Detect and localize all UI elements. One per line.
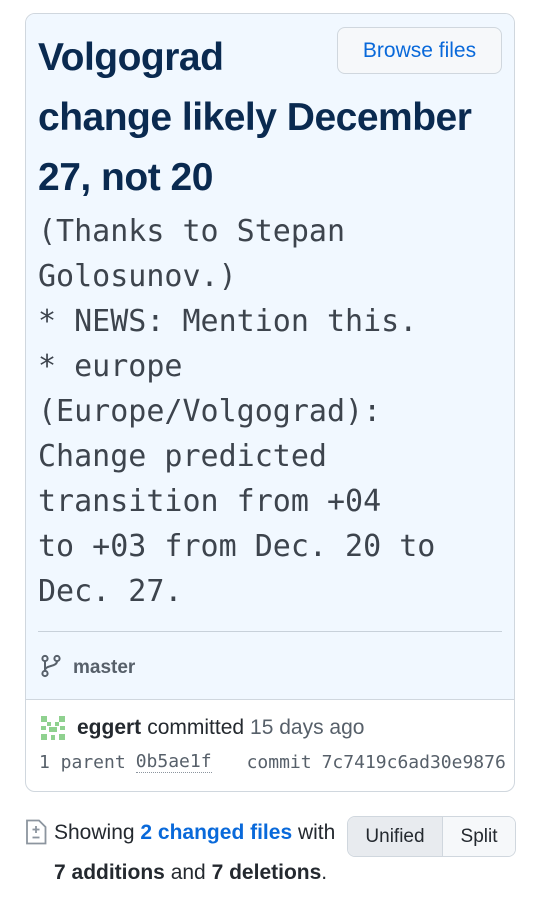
author-link[interactable]: eggert <box>77 716 141 740</box>
commit-card: Browse files Volgograd change likely Dec… <box>25 13 515 792</box>
and-text: and <box>170 861 206 884</box>
diff-view-toggle: Unified Split <box>347 816 516 857</box>
branch-link[interactable]: master <box>73 657 135 679</box>
author-row: eggert committed 15 days ago <box>39 713 364 743</box>
commit-title-rest: change likely December 27, not 20 <box>38 96 472 199</box>
commit-header: Browse files Volgograd change likely Dec… <box>26 14 514 700</box>
split-view-button[interactable]: Split <box>443 817 515 856</box>
commit-label: commit <box>246 751 312 773</box>
branch-indicator: master <box>40 654 135 682</box>
commit-title: Volgograd change likely December 27, not… <box>38 28 483 208</box>
relative-time: 15 days ago <box>250 716 365 739</box>
showing-text: Showing <box>54 821 135 844</box>
commit-sha: 7c7419c6ad30e9876 <box>321 751 506 773</box>
parent-sha-link[interactable]: 0b5ae1f <box>135 751 212 773</box>
summary-period: . <box>321 861 328 884</box>
parent-label: 1 parent <box>39 751 126 773</box>
commit-title-line1: Volgograd <box>38 36 224 79</box>
summary-line2: 7 additions and 7 deletions. <box>54 857 327 889</box>
deletions-count: 7 deletions <box>211 861 322 884</box>
file-diff-icon <box>25 819 47 845</box>
summary-line1: Showing 2 changed files with <box>54 817 335 849</box>
header-divider <box>38 631 502 632</box>
changed-files-link[interactable]: 2 changed files <box>140 821 292 844</box>
commit-description: (Thanks to Stepan Golosunov.) * NEWS: Me… <box>38 214 436 609</box>
sha-row: 1 parent 0b5ae1f commit 7c7419c6ad30e987… <box>39 749 507 775</box>
git-branch-icon <box>40 654 62 683</box>
with-text: with <box>297 821 336 844</box>
committed-text: committed <box>147 716 245 739</box>
unified-view-button[interactable]: Unified <box>348 817 443 856</box>
avatar[interactable] <box>39 714 67 742</box>
additions-count: 7 additions <box>54 861 165 884</box>
